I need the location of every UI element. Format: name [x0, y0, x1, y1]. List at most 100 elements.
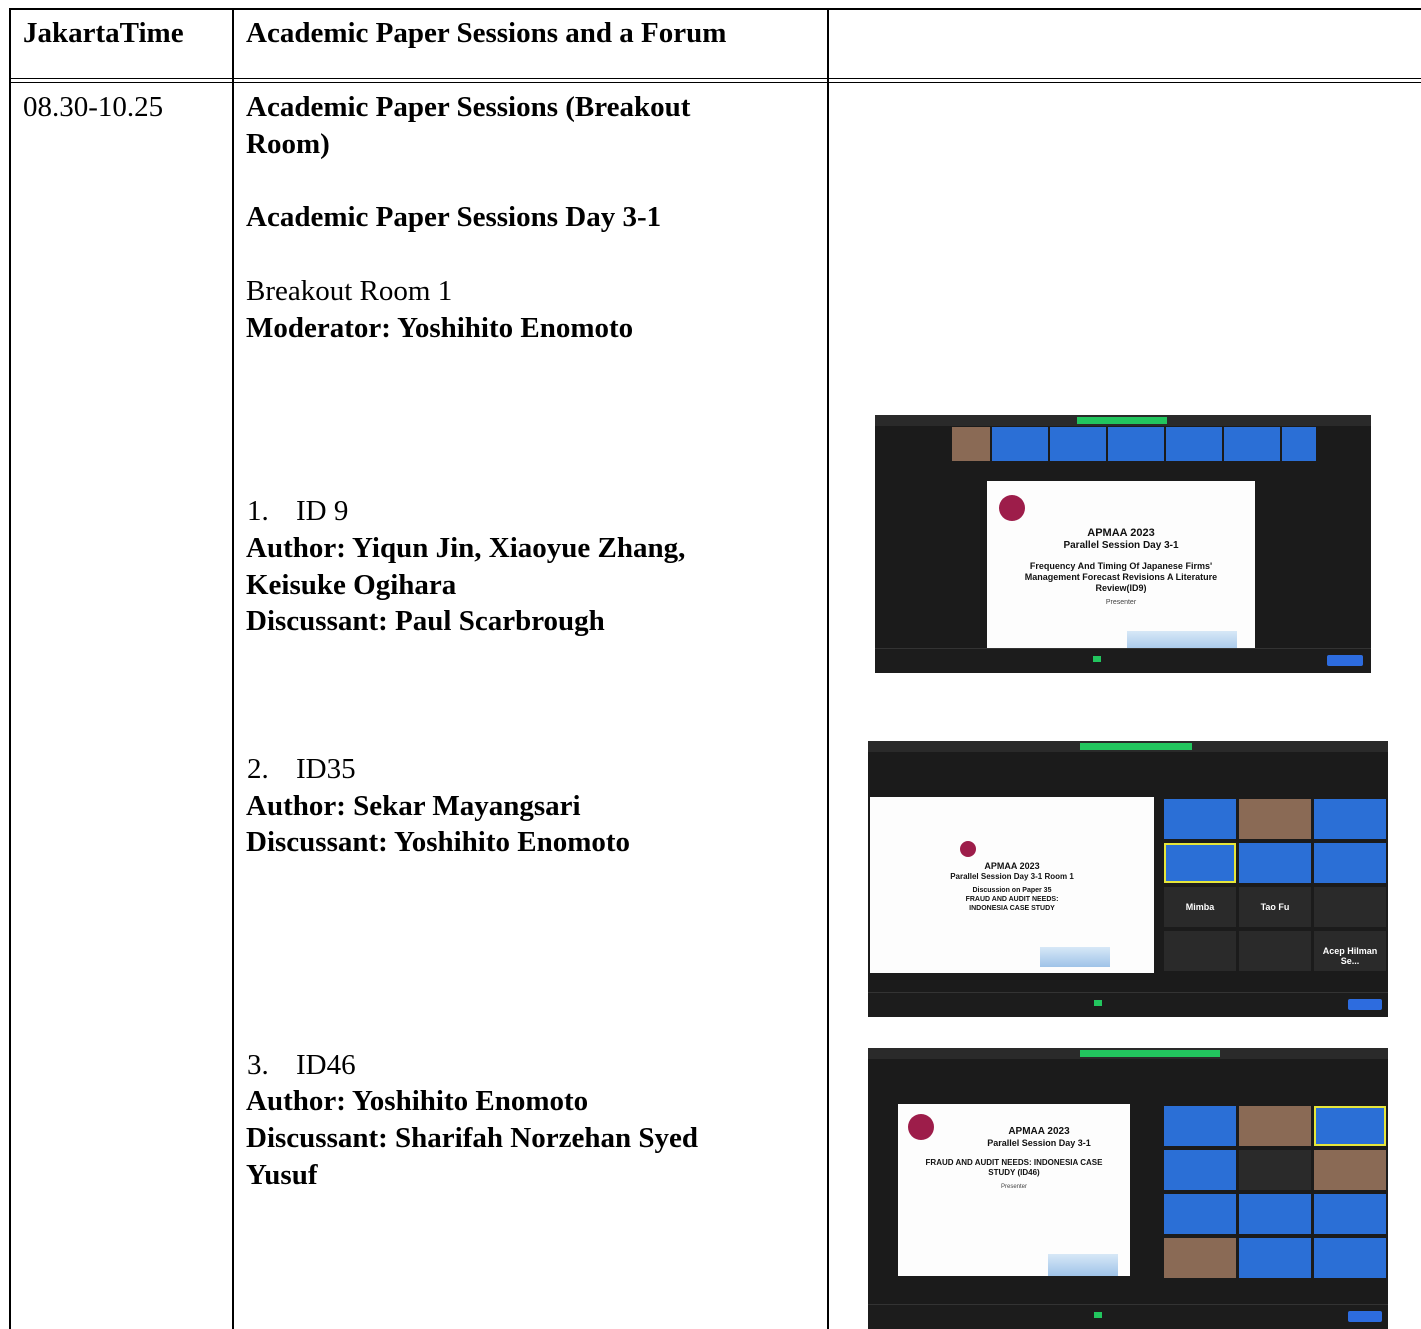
- zoom-toolbar: [868, 1304, 1388, 1329]
- leave-room-button: [1348, 1311, 1382, 1322]
- participant-tile-mimba: Mimba: [1164, 887, 1236, 927]
- paper-3-discussant-line1: Discussant: Sharifah Norzehan Syed: [246, 1122, 698, 1154]
- participant-tile: [1314, 887, 1386, 927]
- participant-tile: [1314, 1194, 1386, 1234]
- participant-tile: [1239, 1106, 1311, 1146]
- paper-2-id: ID35: [296, 753, 356, 785]
- participant-tile: [1224, 427, 1280, 461]
- table-header-divider-2: [9, 82, 1421, 83]
- tile-label: Acep Hilman Se...: [1322, 946, 1378, 966]
- leave-room-button: [1327, 655, 1363, 666]
- zoom-screenshot-3: APMAA 2023 Parallel Session Day 3-1 FRAU…: [868, 1048, 1388, 1329]
- participant-tile: [1314, 1106, 1386, 1146]
- participant-tile-tao-fu: Tao Fu: [1239, 887, 1311, 927]
- participant-tile: [1239, 1150, 1311, 1190]
- participant-tile: [1314, 1238, 1386, 1278]
- paper-2-author: Author: Sekar Mayangsari: [246, 790, 581, 822]
- tile-label: Tao Fu: [1260, 902, 1290, 912]
- slide-paper-line2: FRAUD AND AUDIT NEEDS:: [965, 896, 1059, 903]
- participant-tile: [1164, 843, 1236, 883]
- participant-tile: [1314, 843, 1386, 883]
- header-time: JakartaTime: [23, 17, 184, 49]
- moderator: Moderator: Yoshihito Enomoto: [246, 312, 634, 344]
- slide-title: APMAA 2023: [1008, 1126, 1070, 1137]
- participant-tile: [1166, 427, 1222, 461]
- share-screen-icon: [1093, 656, 1101, 662]
- zoom-screenshot-1: APMAA 2023 Parallel Session Day 3-1 Freq…: [875, 415, 1371, 673]
- zoom-screenshot-2: APMAA 2023 Parallel Session Day 3-1 Room…: [868, 741, 1388, 1017]
- room-label: Breakout Room 1: [246, 275, 453, 307]
- paper-3-id: ID46: [296, 1049, 356, 1081]
- day-title: Academic Paper Sessions Day 3-1: [246, 201, 662, 233]
- share-screen-icon: [1094, 1312, 1102, 1318]
- slide-presenter: Presenter: [1105, 599, 1137, 606]
- participant-tile: [1239, 931, 1311, 971]
- table-col-divider-2: [827, 8, 829, 1329]
- participant-tile-acep: Acep Hilman Se...: [1314, 931, 1386, 971]
- table-col-divider-1: [232, 8, 234, 1329]
- slide-paper-line1: Frequency And Timing Of Japanese Firms': [1029, 561, 1213, 571]
- paper-1-discussant: Discussant: Paul Scarbrough: [246, 605, 605, 637]
- viewing-banner: [1077, 417, 1167, 424]
- shared-slide: APMAA 2023 Parallel Session Day 3-1 Freq…: [987, 481, 1255, 653]
- participant-tile: [1108, 427, 1164, 461]
- session-title-line1: Academic Paper Sessions (Breakout: [246, 91, 691, 123]
- shared-slide: APMAA 2023 Parallel Session Day 3-1 Room…: [870, 797, 1154, 973]
- apmaa-logo: [908, 1114, 934, 1140]
- paper-3-author: Author: Yoshihito Enomoto: [246, 1085, 589, 1117]
- share-screen-icon: [1094, 1000, 1102, 1006]
- session-time: 08.30-10.25: [23, 91, 164, 123]
- zoom-toolbar: [868, 992, 1388, 1017]
- participant-tile: [1164, 1194, 1236, 1234]
- participant-tile: [1239, 799, 1311, 839]
- participant-tile: [1314, 1150, 1386, 1190]
- paper-1-number: 1.: [247, 495, 269, 527]
- participant-tile: [992, 427, 1048, 461]
- skyline-graphic: [1040, 947, 1110, 967]
- header-title: Academic Paper Sessions and a Forum: [246, 17, 727, 49]
- skyline-graphic: [1048, 1254, 1118, 1276]
- leave-room-button: [1348, 999, 1382, 1010]
- shared-slide: APMAA 2023 Parallel Session Day 3-1 FRAU…: [898, 1104, 1130, 1276]
- participant-tile: [952, 427, 990, 461]
- apmaa-logo: [960, 841, 976, 857]
- slide-subtitle: Parallel Session Day 3-1 Room 1: [950, 872, 1074, 881]
- paper-2-number: 2.: [247, 753, 269, 785]
- slide-subtitle: Parallel Session Day 3-1: [1063, 540, 1179, 551]
- participant-tile: [1164, 1150, 1236, 1190]
- tile-label: Mimba: [1185, 902, 1215, 912]
- participant-tile: [1164, 799, 1236, 839]
- apmaa-logo: [999, 495, 1025, 521]
- participant-tile: [1164, 931, 1236, 971]
- slide-subtitle: Parallel Session Day 3-1: [987, 1138, 1091, 1148]
- viewing-banner: [1080, 1050, 1220, 1057]
- paper-1-id: ID 9: [296, 495, 349, 527]
- table-border-top: [9, 8, 1421, 10]
- paper-1-author-line1: Author: Yiqun Jin, Xiaoyue Zhang,: [246, 532, 686, 564]
- slide-paper-line3: Review(ID9): [1095, 583, 1147, 593]
- participant-tile: [1239, 1194, 1311, 1234]
- session-title-line2: Room): [246, 128, 330, 160]
- table-border-left: [9, 8, 11, 1329]
- slide-paper-line3: INDONESIA CASE STUDY: [969, 905, 1055, 912]
- slide-title: APMAA 2023: [1087, 527, 1155, 539]
- table-header-divider: [9, 78, 1421, 79]
- participant-tile: [1314, 799, 1386, 839]
- participant-tile: [1282, 427, 1316, 461]
- slide-title: APMAA 2023: [984, 861, 1040, 871]
- slide-presenter: Presenter: [1000, 1184, 1027, 1190]
- participant-tile: [1239, 1238, 1311, 1278]
- participant-tile: [1050, 427, 1106, 461]
- participant-tile: [1239, 843, 1311, 883]
- paper-2-discussant: Discussant: Yoshihito Enomoto: [246, 826, 631, 858]
- slide-paper-line2: Management Forecast Revisions A Literatu…: [1024, 572, 1218, 582]
- viewing-banner: [1080, 743, 1192, 750]
- slide-paper-line1: Discussion on Paper 35: [972, 887, 1052, 894]
- participant-tile: [1164, 1106, 1236, 1146]
- zoom-toolbar: [875, 648, 1371, 673]
- slide-paper-line1: FRAUD AND AUDIT NEEDS: INDONESIA CASE: [925, 1158, 1103, 1167]
- paper-3-discussant-line2: Yusuf: [246, 1159, 318, 1191]
- slide-paper-line2: STUDY (ID46): [988, 1168, 1040, 1177]
- participant-tile: [1164, 1238, 1236, 1278]
- paper-1-author-line2: Keisuke Ogihara: [246, 569, 457, 601]
